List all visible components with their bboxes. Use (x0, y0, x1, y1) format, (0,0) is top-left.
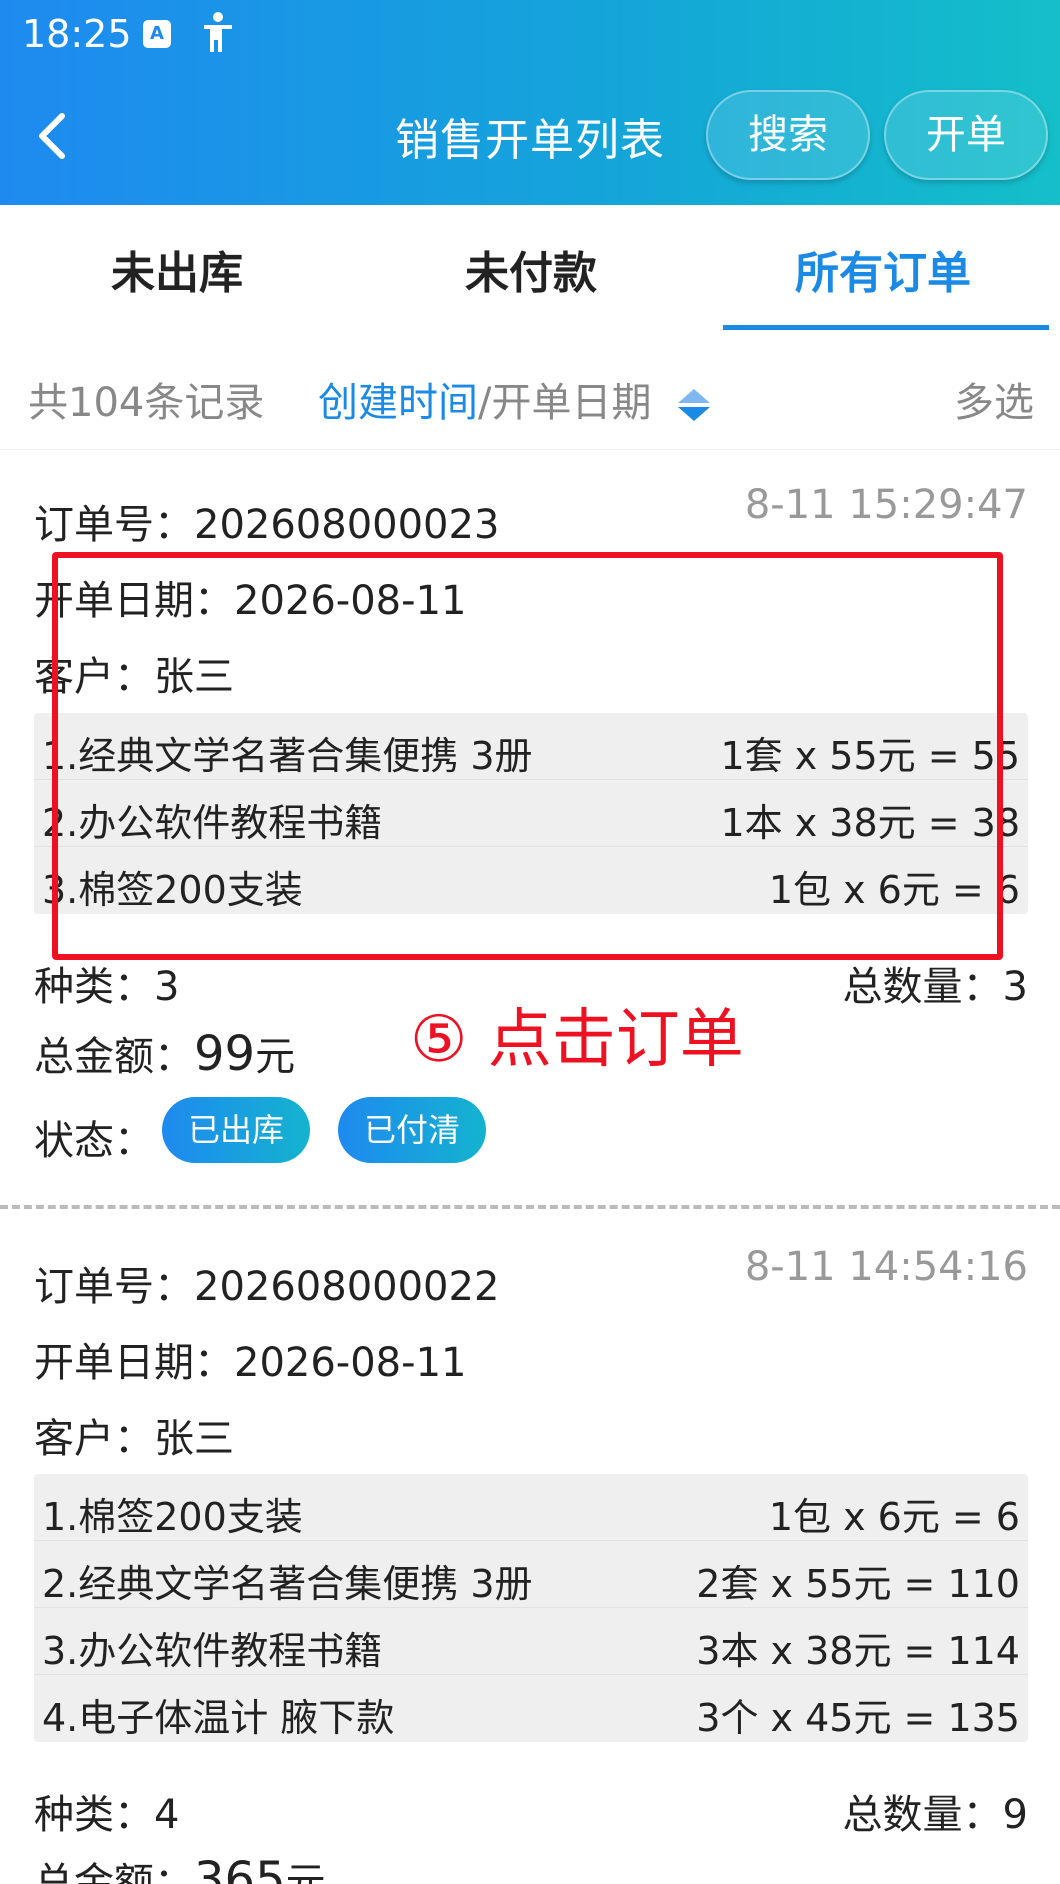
page-title: 销售开单列表 (395, 115, 665, 166)
sort-toggle[interactable]: 创建时间/开单日期 (318, 370, 712, 428)
item-name: 1.棉签200支装 (42, 1495, 303, 1539)
order-number-label: 订单号： (34, 1264, 194, 1310)
app-header: 18:25 A 销售开单列表 搜索 开单 (0, 0, 1060, 205)
total-amount-label: 总金额： (34, 1034, 194, 1080)
tab-all-orders[interactable]: 所有订单 (706, 237, 1060, 301)
status-label: 状态： (34, 1118, 154, 1164)
total-amount-row: 总金额：99元 (34, 1024, 295, 1082)
sort-by-order-date[interactable]: 开单日期 (491, 380, 651, 426)
back-arrow-icon[interactable] (30, 108, 80, 164)
annotation-text: 点击订单 (487, 1003, 744, 1077)
list-item: 3.办公软件教程书籍 3本 x 38元 = 114 (34, 1608, 1028, 1675)
total-quantity: 3 (1002, 964, 1028, 1010)
item-subtotal: 2套 x 55元 = 110 (696, 1562, 1020, 1606)
total-amount: 365 (194, 1852, 286, 1884)
status-bar-time: 18:25 (22, 12, 132, 56)
order-created-time: 8-11 15:29:47 (744, 482, 1028, 528)
order-created-time: 8-11 14:54:16 (744, 1244, 1028, 1290)
order-number: 202608000023 (194, 502, 500, 548)
tutorial-annotation: ⑤ 点击订单 (410, 988, 744, 1080)
kinds-row: 种类：4 (34, 1782, 179, 1840)
order-tabs: 未出库 未付款 所有订单 (0, 205, 1060, 330)
filter-bar: 共104条记录 创建时间/开单日期 多选 (0, 330, 1060, 450)
order-date-row: 开单日期：2026-08-11 (34, 1330, 466, 1388)
list-item: 1.棉签200支装 1包 x 6元 = 6 (34, 1474, 1028, 1541)
order-number-row: 订单号：202608000022 (34, 1254, 499, 1312)
customer-label: 客户： (34, 1416, 154, 1462)
app-notification-icon: A (143, 20, 171, 48)
total-quantity: 9 (1002, 1792, 1028, 1838)
total-amount: 99 (194, 1026, 256, 1082)
kinds-label: 种类： (34, 964, 154, 1010)
kinds-row: 种类：3 (34, 954, 179, 1012)
order-divider (0, 1205, 1060, 1209)
amount-unit: 元 (255, 1034, 296, 1080)
sort-direction-icon[interactable] (676, 385, 712, 425)
step-marker: ⑤ (410, 1003, 468, 1077)
order-date: 2026-08-11 (234, 1340, 467, 1386)
list-item: 2.经典文学名著合集便携 3册 2套 x 55元 = 110 (34, 1541, 1028, 1608)
tab-not-shipped[interactable]: 未出库 (0, 237, 354, 301)
customer-name: 张三 (154, 1416, 234, 1462)
sort-by-created-time[interactable]: 创建时间 (318, 380, 478, 426)
create-order-button[interactable]: 开单 (884, 90, 1048, 180)
item-subtotal: 1包 x 6元 = 6 (768, 1495, 1020, 1539)
tab-unpaid[interactable]: 未付款 (354, 237, 708, 301)
tutorial-highlight-box (52, 552, 1003, 960)
status-badge-shipped: 已出库 (162, 1097, 310, 1163)
status-badge-paid: 已付清 (338, 1097, 486, 1163)
order-items-list: 1.棉签200支装 1包 x 6元 = 6 2.经典文学名著合集便携 3册 2套… (34, 1474, 1028, 1742)
total-amount-row: 总金额：365元 (34, 1850, 326, 1884)
item-name: 4.电子体温计 腋下款 (42, 1696, 395, 1740)
total-quantity-row: 总数量：3 (843, 954, 1028, 1012)
kinds-count: 3 (154, 964, 180, 1010)
sort-separator: / (478, 380, 492, 426)
customer-row: 客户：张三 (34, 1406, 234, 1464)
item-name: 3.办公软件教程书籍 (42, 1629, 383, 1673)
record-count: 共104条记录 (28, 380, 265, 426)
total-quantity-row: 总数量：9 (843, 1782, 1028, 1840)
item-subtotal: 3本 x 38元 = 114 (696, 1629, 1020, 1673)
kinds-label: 种类： (34, 1792, 154, 1838)
kinds-count: 4 (154, 1792, 180, 1838)
total-amount-label: 总金额： (34, 1860, 194, 1884)
accessibility-icon (204, 12, 232, 52)
order-number-label: 订单号： (34, 502, 194, 548)
list-item: 4.电子体温计 腋下款 3个 x 45元 = 135 (34, 1675, 1028, 1742)
item-subtotal: 3个 x 45元 = 135 (696, 1696, 1020, 1740)
order-number: 202608000022 (194, 1264, 500, 1310)
order-number-row: 订单号：202608000023 (34, 492, 499, 550)
multi-select-button[interactable]: 多选 (954, 370, 1034, 428)
total-quantity-label: 总数量： (842, 1792, 1003, 1838)
order-date-label: 开单日期： (34, 1340, 234, 1386)
search-button[interactable]: 搜索 (706, 90, 870, 180)
amount-unit: 元 (285, 1860, 326, 1884)
item-name: 2.经典文学名著合集便携 3册 (42, 1562, 533, 1606)
total-quantity-label: 总数量： (842, 964, 1003, 1010)
